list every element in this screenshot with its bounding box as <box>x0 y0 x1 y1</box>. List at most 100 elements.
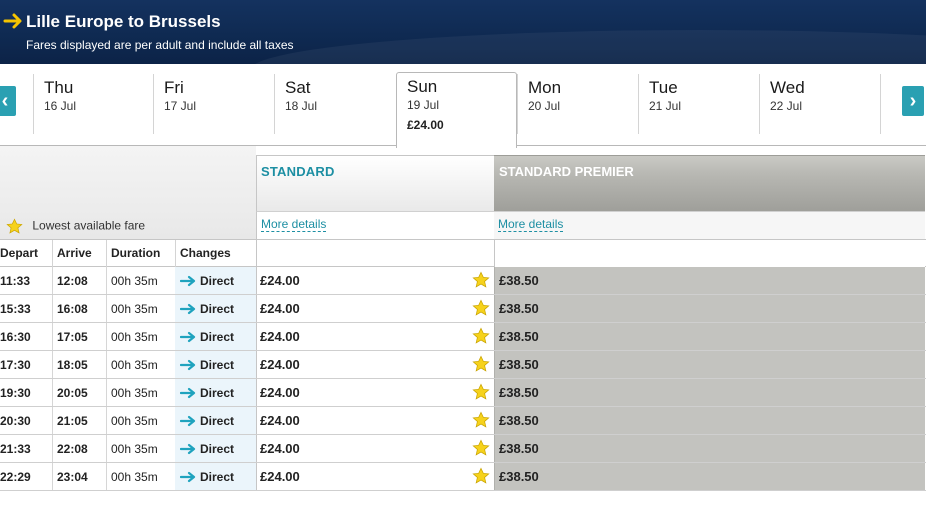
journey-duration: 00h 35m <box>111 358 158 372</box>
standard-more-details-link[interactable]: More details <box>261 218 327 232</box>
journey-row[interactable]: 20:30 21:05 00h 35m Direct £24.00 £38.50 <box>0 407 926 435</box>
column-divider <box>106 407 107 434</box>
standard-fare-price[interactable]: £24.00 <box>260 301 300 316</box>
duration-column-header: Duration <box>111 246 161 260</box>
journey-changes: Direct <box>180 274 234 288</box>
chevron-left-icon: ‹ <box>1 90 9 112</box>
day-divider <box>880 74 900 134</box>
journey-duration: 00h 35m <box>111 274 158 288</box>
day-tab-sun-selected[interactable]: Sun 19 Jul £24.00 <box>396 72 517 148</box>
standard-fare-price[interactable]: £24.00 <box>260 357 300 372</box>
day-lowest-price: £24.00 <box>407 118 444 132</box>
premier-fare-cell[interactable] <box>494 351 925 378</box>
arrow-right-icon <box>3 13 22 29</box>
arrive-time: 21:05 <box>57 414 88 428</box>
depart-time: 22:29 <box>0 470 31 484</box>
star-icon <box>472 411 490 428</box>
column-divider <box>52 407 53 434</box>
standard-class-header: STANDARD <box>256 155 494 211</box>
column-header-row: Depart Arrive Duration Changes <box>0 239 926 267</box>
star-icon <box>472 355 490 372</box>
premier-fare-price[interactable]: £38.50 <box>499 413 539 428</box>
column-divider <box>106 323 107 350</box>
journey-row[interactable]: 15:33 16:08 00h 35m Direct £24.00 £38.50 <box>0 295 926 323</box>
standard-fare-price[interactable]: £24.00 <box>260 441 300 456</box>
depart-time: 16:30 <box>0 330 31 344</box>
page-header: Lille Europe to Brussels Fares displayed… <box>0 0 926 64</box>
premier-fare-cell[interactable] <box>494 407 925 434</box>
day-date: 21 Jul <box>649 99 682 113</box>
premier-fare-cell[interactable] <box>494 435 925 462</box>
changes-column-header: Changes <box>180 246 231 260</box>
journey-duration: 00h 35m <box>111 470 158 484</box>
star-icon <box>472 327 490 344</box>
arrow-right-icon <box>180 331 196 343</box>
day-tab-tue[interactable]: Tue 21 Jul <box>638 74 759 134</box>
previous-dates-button[interactable]: ‹ <box>0 86 16 116</box>
day-tab-sat[interactable]: Sat 18 Jul <box>274 74 396 134</box>
journey-duration: 00h 35m <box>111 442 158 456</box>
day-date: 18 Jul <box>285 99 318 113</box>
star-icon <box>472 383 490 400</box>
legend-panel: Lowest available fare <box>0 146 256 239</box>
depart-time: 11:33 <box>0 274 31 288</box>
day-date: 17 Jul <box>164 99 197 113</box>
arrive-time: 22:08 <box>57 442 88 456</box>
premier-column-header-cell <box>494 240 925 267</box>
column-divider <box>52 379 53 406</box>
next-dates-button[interactable]: › <box>902 86 924 116</box>
premier-fare-price[interactable]: £38.50 <box>499 273 539 288</box>
arrive-time: 16:08 <box>57 302 88 316</box>
changes-label: Direct <box>200 330 235 344</box>
journey-row[interactable]: 21:33 22:08 00h 35m Direct £24.00 £38.50 <box>0 435 926 463</box>
day-name: Fri <box>164 78 184 97</box>
premier-fare-cell[interactable] <box>494 267 925 294</box>
standard-fare-price[interactable]: £24.00 <box>260 273 300 288</box>
journey-changes: Direct <box>180 330 234 344</box>
premier-fare-cell[interactable] <box>494 463 925 490</box>
journey-changes: Direct <box>180 442 234 456</box>
standard-fare-price[interactable]: £24.00 <box>260 413 300 428</box>
journey-changes: Direct <box>180 302 234 316</box>
standard-fare-price[interactable]: £24.00 <box>260 469 300 484</box>
fare-note: Fares displayed are per adult and includ… <box>26 38 294 52</box>
premier-fare-price[interactable]: £38.50 <box>499 385 539 400</box>
premier-fare-price[interactable]: £38.50 <box>499 301 539 316</box>
standard-column-header-cell <box>256 240 494 267</box>
arrive-time: 17:05 <box>57 330 88 344</box>
star-icon <box>472 271 490 288</box>
premier-fare-price[interactable]: £38.50 <box>499 441 539 456</box>
changes-label: Direct <box>200 414 235 428</box>
premier-fare-price[interactable]: £38.50 <box>499 469 539 484</box>
day-tab-thu[interactable]: Thu 16 Jul <box>33 74 154 134</box>
day-date: 20 Jul <box>528 99 561 113</box>
column-divider <box>52 463 53 490</box>
premier-more-details-link[interactable]: More details <box>498 218 564 232</box>
column-divider <box>52 267 53 294</box>
standard-fare-price[interactable]: £24.00 <box>260 385 300 400</box>
journey-row[interactable]: 16:30 17:05 00h 35m Direct £24.00 £38.50 <box>0 323 926 351</box>
journey-changes: Direct <box>180 358 234 372</box>
journey-duration: 00h 35m <box>111 414 158 428</box>
day-date: 22 Jul <box>770 99 803 113</box>
premier-fare-cell[interactable] <box>494 379 925 406</box>
premier-fare-cell[interactable] <box>494 323 925 350</box>
journey-row[interactable]: 22:29 23:04 00h 35m Direct £24.00 £38.50 <box>0 463 926 491</box>
journey-row[interactable]: 19:30 20:05 00h 35m Direct £24.00 £38.50 <box>0 379 926 407</box>
depart-time: 20:30 <box>0 414 31 428</box>
standard-more-row: More details <box>256 211 494 239</box>
premier-fare-price[interactable]: £38.50 <box>499 357 539 372</box>
changes-label: Direct <box>200 386 235 400</box>
arrow-right-icon <box>180 303 196 315</box>
premier-fare-cell[interactable] <box>494 295 925 322</box>
day-tab-mon[interactable]: Mon 20 Jul <box>517 74 638 134</box>
day-tab-fri[interactable]: Fri 17 Jul <box>153 74 274 134</box>
column-divider <box>52 295 53 322</box>
day-tab-wed[interactable]: Wed 22 Jul <box>759 74 880 134</box>
journey-row[interactable]: 11:33 12:08 00h 35m Direct £24.00 £38.50 <box>0 267 926 295</box>
day-name: Thu <box>44 78 74 97</box>
star-icon <box>472 467 490 484</box>
standard-fare-price[interactable]: £24.00 <box>260 329 300 344</box>
premier-fare-price[interactable]: £38.50 <box>499 329 539 344</box>
journey-row[interactable]: 17:30 18:05 00h 35m Direct £24.00 £38.50 <box>0 351 926 379</box>
